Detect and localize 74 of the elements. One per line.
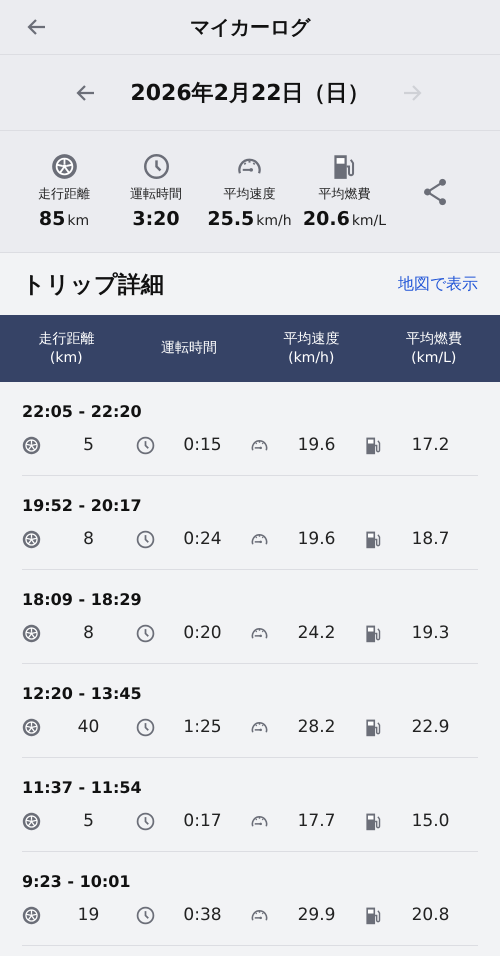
column-header: 平均速度 — [283, 330, 340, 348]
trip-value: 1:25 — [182, 717, 223, 737]
stat-value: 20.6 — [302, 208, 350, 230]
trip-value: 24.2 — [296, 623, 336, 643]
trip-value: 17.2 — [410, 435, 450, 455]
app-title: マイカーログ — [190, 14, 310, 40]
fuel-pump-icon — [364, 812, 383, 830]
stat-label: 走行距離 — [38, 186, 90, 203]
clock-icon — [136, 718, 155, 736]
wheel-icon — [22, 718, 41, 736]
share-icon — [422, 178, 448, 206]
trip-value: 0:15 — [182, 435, 223, 455]
trip-value: 0:38 — [182, 905, 223, 925]
clock-icon — [136, 906, 155, 924]
column-header: 走行距離 — [38, 330, 94, 348]
stat-unit: km/L — [352, 213, 386, 229]
stat-label: 平均燃費 — [318, 186, 370, 203]
trip-value: 40 — [76, 717, 100, 737]
trip-value: 29.9 — [296, 905, 336, 925]
stat-value: 25.5 — [207, 208, 254, 230]
trip-value: 19.6 — [296, 529, 336, 549]
wheel-icon — [22, 624, 41, 642]
trip-value: 17.7 — [296, 811, 336, 831]
trip-value: 18.7 — [410, 529, 450, 549]
column-header: (km/h) — [288, 348, 334, 368]
wheel-icon — [22, 436, 41, 454]
clock-icon — [142, 153, 170, 180]
fuel-pump-icon — [364, 436, 383, 454]
trip-value: 19 — [76, 905, 100, 925]
trip-time-range: 9:23 - 10:01 — [22, 872, 132, 891]
trip-value: 5 — [82, 435, 95, 455]
fuel-pump-icon — [364, 906, 383, 924]
stat-label: 平均速度 — [224, 186, 276, 203]
fuel-pump-icon — [364, 718, 383, 736]
fuel-pump-icon — [364, 530, 383, 548]
column-header: 運転時間 — [160, 339, 217, 358]
trip-value: 22.9 — [410, 717, 450, 737]
wheel-icon — [22, 812, 41, 830]
trip-time-range: 12:20 - 13:45 — [22, 684, 143, 703]
stat-label: 運転時間 — [130, 186, 182, 203]
trip-value: 8 — [82, 623, 95, 643]
trip-time-range: 19:52 - 20:17 — [22, 496, 143, 515]
clock-icon — [136, 436, 155, 454]
trip-value: 8 — [82, 529, 95, 549]
trip-value: 19.6 — [296, 435, 336, 455]
stat-value: 85 — [38, 208, 66, 230]
trip-value: 5 — [82, 811, 95, 831]
trip-value: 0:17 — [182, 811, 223, 831]
trip-time-range: 18:09 - 18:29 — [22, 590, 143, 609]
wheel-icon — [50, 153, 78, 180]
share-button[interactable] — [422, 178, 448, 206]
trip-value: 15.0 — [410, 811, 450, 831]
clock-icon — [136, 530, 155, 548]
column-header: (km) — [50, 348, 83, 368]
column-header: 平均燃費 — [406, 330, 462, 348]
wheel-icon — [22, 530, 41, 548]
stat-unit: km/h — [256, 213, 292, 229]
stat-unit: km — [67, 213, 90, 229]
trip-value: 19.3 — [410, 623, 450, 643]
trip-value: 20.8 — [410, 905, 450, 925]
fuel-pump-icon — [364, 624, 383, 642]
section-title: トリップ詳細 — [22, 270, 164, 300]
date-label: 2026年2月22日（日） — [130, 80, 370, 108]
column-header: (km/L) — [411, 348, 456, 368]
trip-value: 0:24 — [182, 529, 223, 549]
wheel-icon — [22, 906, 41, 924]
clock-icon — [136, 812, 155, 830]
trip-value: 28.2 — [296, 717, 336, 737]
trip-time-range: 22:05 - 22:20 — [22, 402, 143, 421]
trip-value: 0:20 — [182, 623, 223, 643]
stat-value: 3:20 — [132, 208, 180, 230]
clock-icon — [136, 624, 155, 642]
trip-time-range: 11:37 - 11:54 — [22, 778, 143, 797]
map-link[interactable]: 地図で表示 — [398, 274, 478, 294]
